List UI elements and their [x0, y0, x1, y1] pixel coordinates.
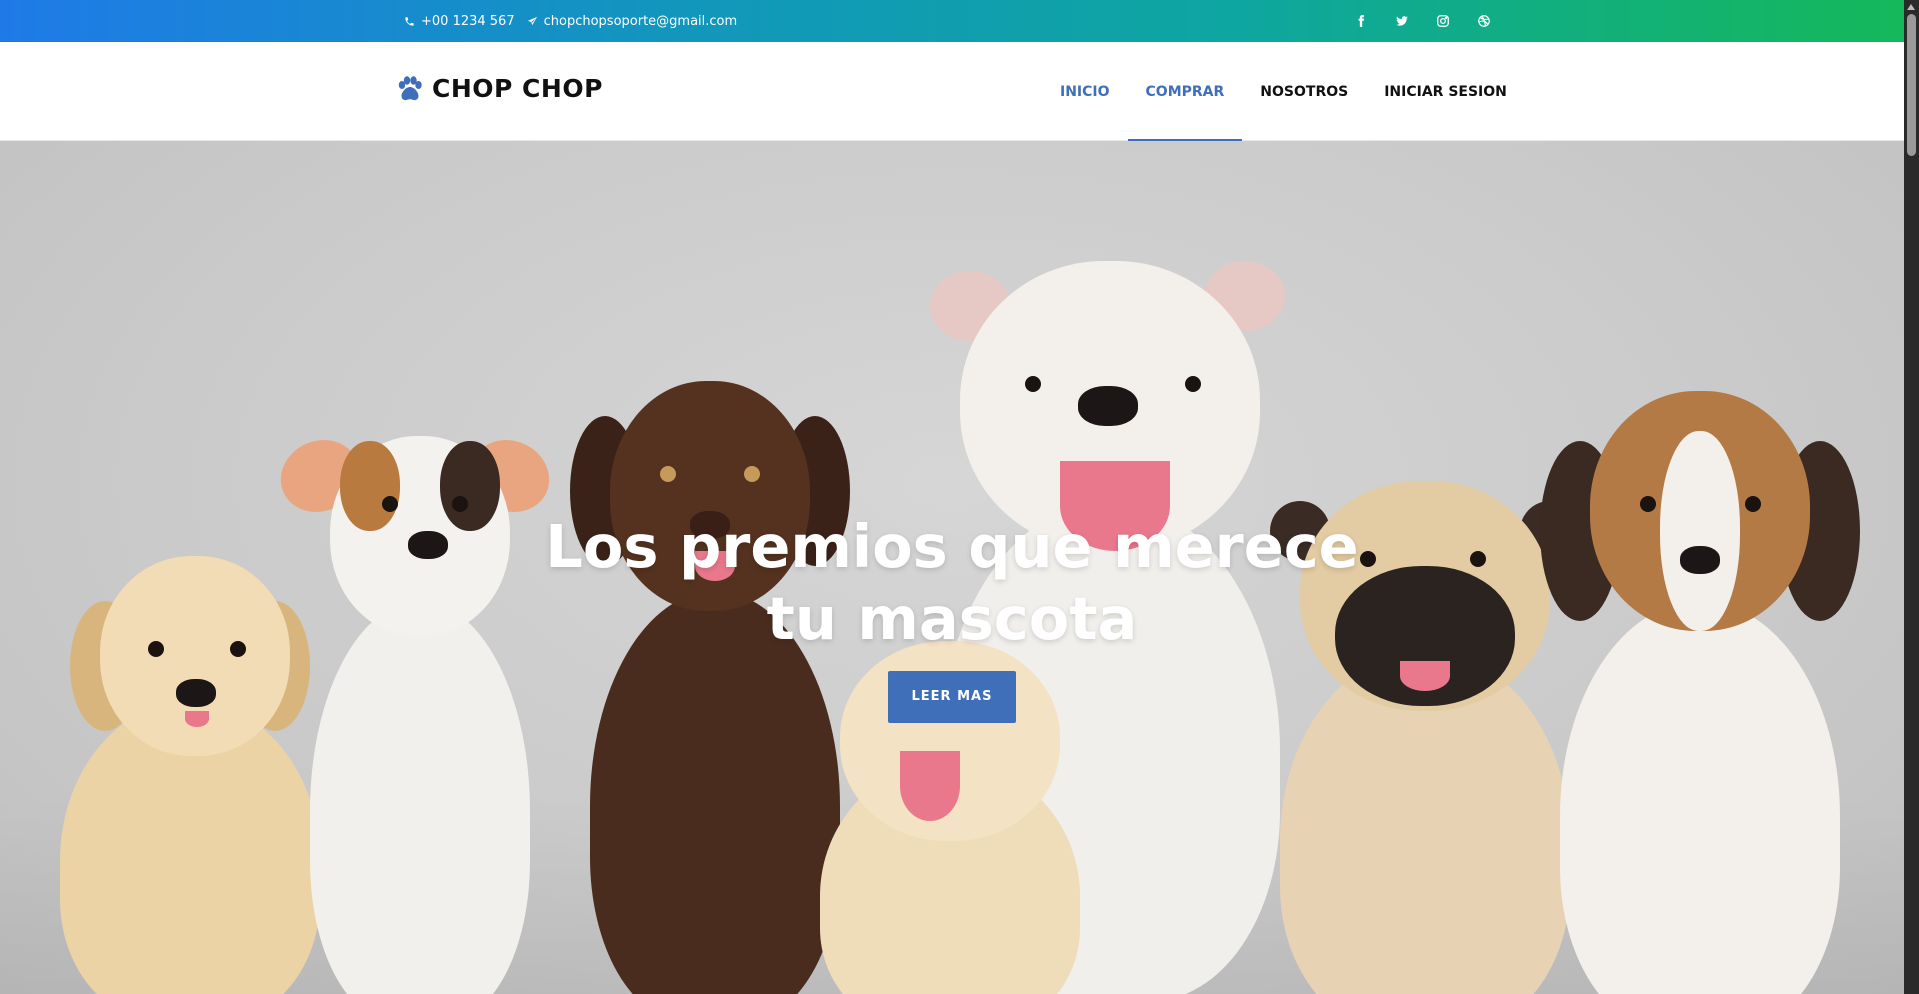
- leer-mas-button[interactable]: LEER MAS: [888, 671, 1016, 723]
- paw-icon: [398, 75, 422, 100]
- phone-icon: [405, 16, 414, 26]
- main-navbar: CHOP CHOP INICIO COMPRAR NOSOTROS INICIA…: [0, 42, 1904, 142]
- facebook-icon[interactable]: [1352, 13, 1369, 30]
- email-address: chopchopsoporte@gmail.com: [543, 13, 738, 29]
- nav-inicio[interactable]: INICIO: [1042, 42, 1128, 141]
- hero-banner: Los premios que merece tu mascota LEER M…: [0, 141, 1904, 994]
- scrollbar-thumb[interactable]: [1907, 14, 1916, 156]
- hero-title: Los premios que merece tu mascota: [545, 512, 1359, 653]
- instagram-icon[interactable]: [1434, 13, 1451, 30]
- twitter-icon[interactable]: [1393, 13, 1410, 30]
- phone-number: +00 1234 567: [421, 13, 515, 29]
- nav-nosotros[interactable]: NOSOTROS: [1242, 42, 1366, 141]
- email-contact[interactable]: chopchopsoporte@gmail.com: [527, 13, 738, 29]
- nav-comprar[interactable]: COMPRAR: [1127, 42, 1243, 142]
- vertical-scrollbar[interactable]: [1904, 0, 1919, 994]
- brand-logo[interactable]: CHOP CHOP: [396, 74, 603, 103]
- brand-name: CHOP CHOP: [432, 74, 603, 103]
- phone-contact[interactable]: +00 1234 567: [404, 14, 515, 29]
- paper-plane-icon: [527, 16, 537, 25]
- dribbble-icon[interactable]: [1475, 13, 1492, 30]
- hero-content: Los premios que merece tu mascota LEER M…: [0, 511, 1904, 723]
- top-contact-bar: +00 1234 567 chopchopsoporte@gmail.com: [0, 0, 1904, 42]
- contact-info: +00 1234 567 chopchopsoporte@gmail.com: [404, 0, 737, 42]
- social-links: [1352, 0, 1492, 42]
- nav-iniciar-sesion[interactable]: INICIAR SESION: [1366, 42, 1525, 141]
- scroll-up-arrow-icon[interactable]: [1907, 4, 1915, 10]
- primary-nav: INICIO COMPRAR NOSOTROS INICIAR SESION: [1042, 42, 1525, 142]
- page-viewport: +00 1234 567 chopchopsoporte@gmail.com C…: [0, 0, 1904, 994]
